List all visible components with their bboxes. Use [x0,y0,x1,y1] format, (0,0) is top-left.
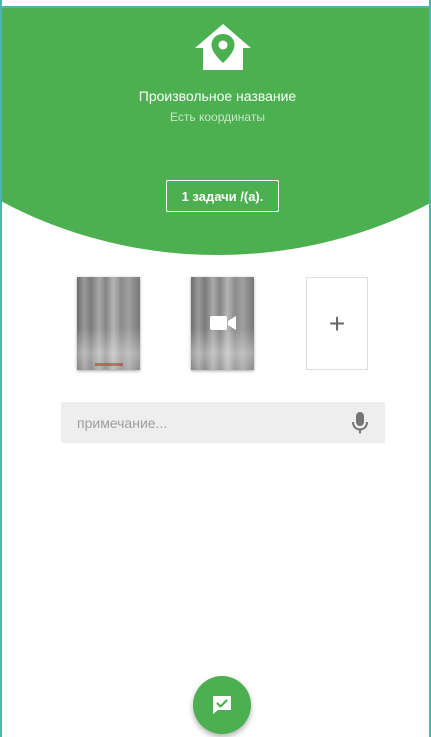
mic-icon[interactable] [350,411,370,435]
note-input[interactable] [61,402,341,443]
place-title: Произвольное название [138,88,297,104]
check-message-icon [213,696,231,714]
photo-timestamp-mark [95,363,123,366]
confirm-fab-button[interactable] [193,676,251,734]
add-media-button[interactable]: + [306,277,368,370]
photo-thumbnail[interactable] [77,277,140,370]
note-field [61,402,385,443]
app-screen: Произвольное название Есть координаты 1 … [0,0,431,737]
frame-top-border [2,6,429,8]
home-pin-icon [195,24,251,70]
video-camera-icon [210,316,236,330]
coords-status: Есть координаты [170,110,265,124]
tasks-button[interactable]: 1 задачи /(а). [166,180,279,212]
header: Произвольное название Есть координаты 1 … [2,0,429,260]
video-thumbnail[interactable] [191,277,254,370]
